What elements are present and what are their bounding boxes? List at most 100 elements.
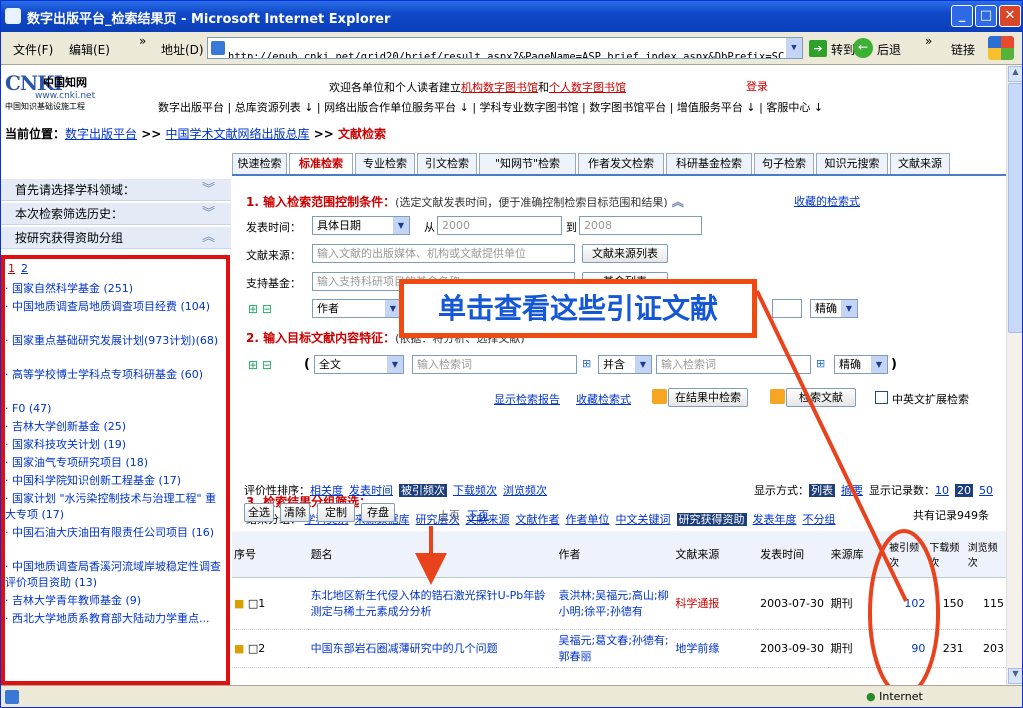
tab-professional[interactable]: 专业检索	[355, 153, 415, 175]
term-freq-icon-2[interactable]: ⊞	[816, 357, 825, 370]
group-author[interactable]: 文献作者	[516, 513, 560, 526]
back-button[interactable]: 后退	[877, 41, 901, 58]
term-freq-icon[interactable]: ⊞	[582, 357, 591, 370]
fund-item[interactable]: · 高等学校博士学科点专项科研基金 (60)	[5, 367, 221, 383]
fund-item[interactable]: · F0 (47)	[5, 401, 221, 417]
fund-item[interactable]: · 西北大学地质系教育部大陆动力学重点...	[5, 611, 221, 627]
menu-file[interactable]: 文件(F)	[13, 41, 53, 58]
sort-relevance[interactable]: 相关度	[310, 484, 343, 497]
vertical-scrollbar[interactable]: ▲ ▼	[1006, 65, 1022, 685]
close-button[interactable]: ✕	[999, 5, 1021, 27]
tab-fund[interactable]: 科研基金检索	[666, 153, 752, 175]
links-label[interactable]: 链接	[951, 41, 975, 58]
fund-item[interactable]: · 国家自然科学基金 (251)	[5, 281, 221, 297]
col-cited[interactable]: 被引频次	[887, 531, 928, 578]
prev-page[interactable]: 上页	[438, 507, 460, 523]
custom-button[interactable]: 定制	[317, 503, 355, 522]
fund-item[interactable]: · 国家油气专项研究项目 (18)	[5, 455, 221, 471]
org-library-link[interactable]: 机构数字图书馆	[461, 81, 538, 94]
col-source[interactable]: 文献来源	[673, 531, 759, 578]
count-50[interactable]: 50	[979, 484, 993, 497]
back-arrow-icon[interactable]: ←	[853, 38, 873, 58]
group-year[interactable]: 发表年度	[753, 513, 797, 526]
author-unit-input[interactable]	[772, 299, 802, 318]
row-source[interactable]: 科学通报	[673, 577, 759, 630]
keyword-input-2[interactable]: 输入检索词	[656, 355, 811, 374]
save-query-link[interactable]: 收藏检索式	[576, 391, 631, 407]
author-field-select[interactable]: 作者 ▼	[312, 299, 402, 318]
expand-collapse-icon[interactable]: ⊞ ⊟	[248, 358, 272, 372]
group-affiliation[interactable]: 作者单位	[566, 513, 610, 526]
author-exact-select[interactable]: 精确 ▼	[810, 299, 858, 318]
fund-item[interactable]: · 中国地质调查局香溪河流域岸坡稳定性调查评价项目资助 (13)	[5, 559, 221, 591]
breadcrumb-home[interactable]: 数字出版平台	[65, 127, 137, 141]
go-arrow-icon[interactable]: ➔	[809, 40, 827, 57]
clear-button[interactable]: 清除	[280, 503, 310, 522]
breadcrumb-db[interactable]: 中国学术文献网络出版总库	[166, 127, 310, 141]
source-input[interactable]: 输入文献的出版媒体、机构或文献提供单位	[312, 244, 575, 263]
row-title[interactable]: 中国东部岩石圈减薄研究中的几个问题	[308, 629, 557, 668]
sidebar-history-header[interactable]: 本次检索筛选历史： ︾	[1, 203, 231, 225]
keyword-input-1[interactable]: 输入检索词	[412, 355, 577, 374]
exact-select[interactable]: 精确 ▼	[834, 355, 888, 374]
date-from-input[interactable]: 2000	[437, 216, 562, 235]
login-link[interactable]: 登录	[746, 78, 768, 94]
row-no[interactable]: ■ □2	[232, 629, 309, 668]
tab-citation[interactable]: 引文检索	[417, 153, 477, 175]
col-author[interactable]: 作者	[556, 531, 674, 578]
scroll-down-icon[interactable]: ▼	[1008, 668, 1022, 684]
search-report-link[interactable]: 显示检索报告	[494, 391, 560, 407]
address-dropdown-icon[interactable]: ▼	[786, 38, 802, 58]
row-author[interactable]: 袁洪林;吴福元;高山;柳小明;徐平;孙德有	[556, 577, 674, 630]
sort-downloads[interactable]: 下载频次	[453, 484, 497, 497]
scroll-thumb[interactable]	[1008, 83, 1022, 333]
tab-author[interactable]: 作者发文检索	[578, 153, 664, 175]
date-mode-select[interactable]: 具体日期 ▼	[312, 216, 410, 235]
next-page-link[interactable]: 下页	[467, 507, 489, 523]
menu-edit[interactable]: 编辑(E)	[69, 41, 110, 58]
save-button[interactable]: 存盘	[361, 503, 395, 522]
search-in-results-button[interactable]: 在结果中检索	[668, 388, 748, 407]
saved-queries-link[interactable]: 收藏的检索式	[794, 193, 860, 209]
row-author[interactable]: 吴福元;葛文春;孙德有;郭春丽	[556, 629, 674, 668]
display-abstract[interactable]: 摘要	[841, 484, 863, 497]
select-all-button[interactable]: 全选	[244, 503, 274, 522]
sort-date[interactable]: 发表时间	[349, 484, 393, 497]
tab-knowledge[interactable]: 知识元搜索	[816, 153, 888, 175]
page-2-link[interactable]: 2	[21, 262, 28, 275]
tab-standard[interactable]: 标准检索	[289, 153, 353, 175]
fund-item[interactable]: · 吉林大学青年教师基金 (9)	[5, 593, 221, 609]
fund-item[interactable]: · 中国地质调查局地质调查项目经费 (104)	[5, 299, 221, 315]
date-to-input[interactable]: 2008	[579, 216, 702, 235]
group-fund[interactable]: 研究获得资助	[676, 513, 747, 526]
fund-item[interactable]: · 中国石油大庆油田有限责任公司项目 (16)	[5, 525, 221, 541]
maximize-button[interactable]: □	[975, 5, 997, 27]
tab-sentence[interactable]: 句子检索	[754, 153, 814, 175]
address-bar[interactable]: http://epub.cnki.net/grid20/brief/result…	[207, 37, 803, 59]
col-views[interactable]: 浏览频次	[965, 531, 1006, 578]
content-field-select[interactable]: 全文 ▼	[314, 355, 404, 374]
fund-item[interactable]: · 中国科学院知识创新工程基金 (17)	[5, 473, 221, 489]
expand-collapse-icon[interactable]: ⊞ ⊟	[248, 302, 272, 316]
col-db[interactable]: 来源库	[828, 531, 888, 578]
tab-node[interactable]: "知网节"检索	[479, 153, 576, 175]
display-list[interactable]: 列表	[809, 484, 835, 497]
fund-item[interactable]: · 吉林大学创新基金 (25)	[5, 419, 221, 435]
cnki-logo[interactable]: CNKI 中国知网 www.cnki.net 中国知识基础设施工程	[5, 71, 95, 111]
group-none[interactable]: 不分组	[803, 513, 836, 526]
col-title[interactable]: 题名	[308, 531, 557, 578]
toolbar-overflow[interactable]: »	[925, 34, 932, 48]
row-cited[interactable]: 102	[887, 577, 928, 630]
search-button[interactable]: 检索文献	[786, 388, 856, 407]
fund-item[interactable]: · 国家科技攻关计划 (19)	[5, 437, 221, 453]
source-list-button[interactable]: 文献来源列表	[582, 244, 668, 263]
count-20[interactable]: 20	[955, 484, 973, 497]
expand-checkbox[interactable]	[875, 391, 888, 404]
row-source[interactable]: 地学前缘	[673, 629, 759, 668]
page-1-link[interactable]: 1	[8, 262, 15, 275]
col-downloads[interactable]: 下载频次	[927, 531, 966, 578]
operator-select[interactable]: 并含 ▼	[598, 355, 652, 374]
top-nav[interactable]: 数字出版平台 | 总库资源列表 ↓ | 网络出版合作单位服务平台 ↓ | 学科专…	[158, 99, 823, 115]
sidebar-subject-header[interactable]: 首先请选择学科领域： ︾	[1, 179, 231, 201]
row-title[interactable]: 东北地区新生代侵入体的锆石激光探针U-Pb年龄测定与稀土元素成分分析	[308, 577, 557, 630]
